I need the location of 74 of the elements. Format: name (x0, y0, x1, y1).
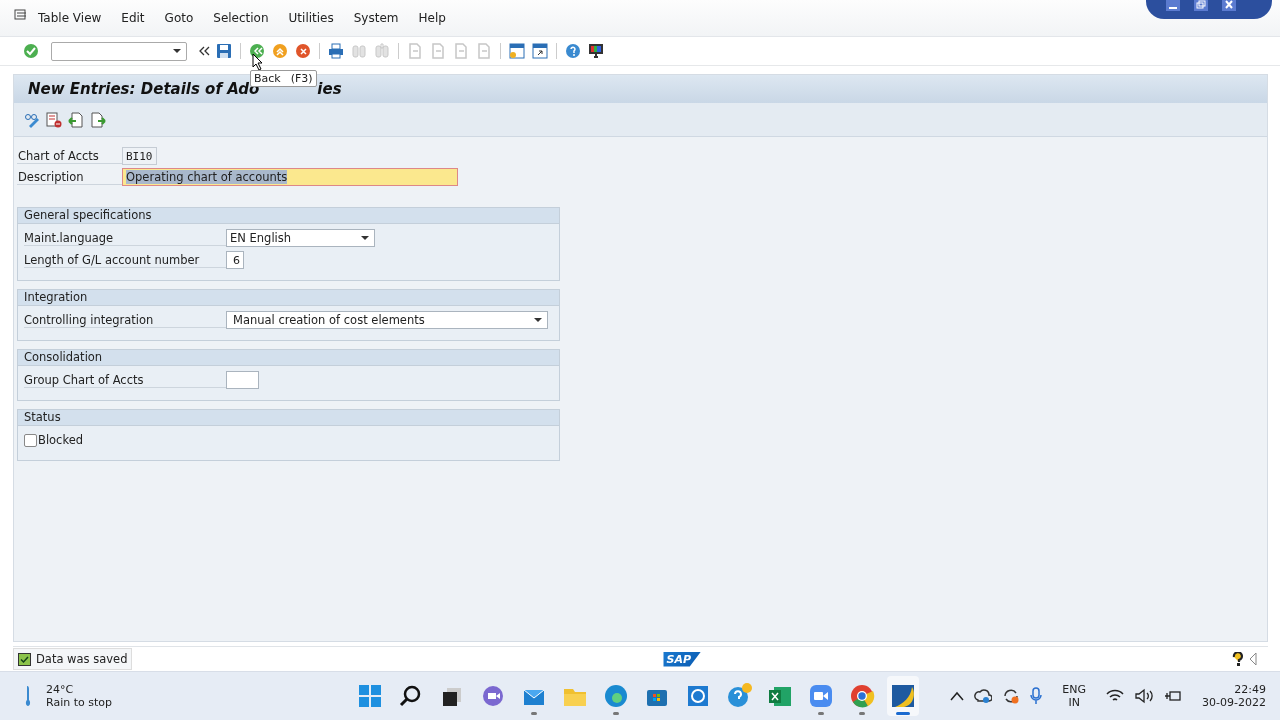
sap-logon-icon (889, 682, 917, 710)
input-field[interactable]: BI10 (122, 147, 157, 165)
tooltip-text: Back (254, 72, 281, 85)
checkbox-label: Blocked (38, 433, 84, 447)
menu-item[interactable]: Help (418, 11, 446, 25)
sync-icon[interactable] (1002, 687, 1021, 705)
windows-icon (356, 682, 384, 710)
dropdown[interactable]: Manual creation of cost elements (226, 311, 548, 329)
input-field[interactable]: 6 (226, 251, 244, 269)
dropdown-value: EN English (230, 231, 292, 245)
next-entry-icon[interactable] (90, 111, 106, 128)
field-label: Group Chart of Accts (24, 372, 226, 388)
date-text[interactable]: 30-09-2022 (1202, 696, 1266, 709)
exit-icon[interactable] (272, 43, 288, 59)
field-label: Maint.language (24, 230, 226, 246)
weather-text: Rain to stop (46, 696, 112, 709)
monitor-icon[interactable] (588, 43, 604, 59)
screen-title: ies (317, 80, 342, 98)
new-window-icon[interactable] (509, 43, 525, 59)
status-message: Data was saved (36, 652, 128, 666)
cloud-sync-icon[interactable] (974, 688, 993, 704)
dropdown-value: Manual creation of cost elements (233, 313, 425, 327)
close-icon[interactable] (1222, 0, 1236, 11)
time-text[interactable]: 22:49 (1234, 683, 1266, 696)
field-label: Length of G/L account number (24, 252, 226, 268)
edit-glasses-icon[interactable] (24, 111, 40, 128)
dropdown-arrow-icon[interactable] (172, 48, 182, 54)
field-label: Controlling integration (24, 312, 226, 328)
video-camera-icon (807, 682, 835, 710)
speaker-icon[interactable] (1134, 688, 1155, 704)
menu-item[interactable]: Edit (121, 11, 145, 25)
group-title: General specifications (18, 208, 559, 224)
check-icon[interactable] (23, 43, 39, 59)
menu-item[interactable]: System (353, 11, 399, 25)
browser-icon (602, 682, 630, 710)
previous-entry-icon[interactable] (68, 111, 84, 128)
command-field[interactable] (51, 41, 187, 61)
collapse-icon[interactable] (198, 45, 210, 57)
language-text[interactable]: IN (1068, 696, 1080, 709)
menu-item[interactable]: Selection (213, 11, 269, 25)
help-icon[interactable] (1232, 652, 1244, 666)
cancel-icon[interactable] (295, 43, 311, 59)
temperature-text: 24°C (46, 683, 75, 696)
help-icon (725, 682, 753, 710)
microphone-icon[interactable] (1030, 687, 1043, 705)
wifi-icon[interactable] (1106, 689, 1125, 703)
battery-icon[interactable] (1164, 689, 1183, 703)
menu-item[interactable]: Goto (164, 11, 194, 25)
dropdown-arrow-icon[interactable] (533, 317, 543, 323)
browser-icon (848, 682, 876, 710)
dropdown-arrow-icon[interactable] (360, 235, 370, 241)
group-title: Integration (18, 290, 559, 306)
group-title: Status (18, 410, 559, 426)
save-icon[interactable] (216, 43, 232, 59)
minimize-icon[interactable] (1166, 0, 1180, 11)
chevron-up-icon[interactable] (950, 691, 965, 701)
thermometer-icon (24, 685, 32, 707)
checkbox[interactable] (24, 433, 37, 447)
dropdown[interactable]: EN English (226, 229, 375, 247)
shortcut-key-text: (F3) (290, 72, 313, 85)
shortcut-icon[interactable] (532, 43, 548, 59)
delete-row-icon[interactable] (46, 111, 62, 128)
input-field[interactable] (226, 371, 259, 389)
print-icon[interactable] (328, 43, 344, 59)
input-field[interactable]: Operating chart of accounts (122, 168, 458, 186)
language-text[interactable]: ENG (1062, 683, 1087, 696)
back-icon[interactable] (249, 43, 265, 59)
menu-item[interactable]: Utilities (288, 11, 334, 25)
logo: SAP (663, 651, 701, 667)
restore-icon[interactable] (1194, 0, 1208, 11)
group-title: Consolidation (18, 350, 559, 366)
menu-item[interactable]: Table View (38, 11, 102, 25)
taskbar-button[interactable] (887, 676, 919, 716)
menu-icon[interactable] (14, 9, 28, 21)
